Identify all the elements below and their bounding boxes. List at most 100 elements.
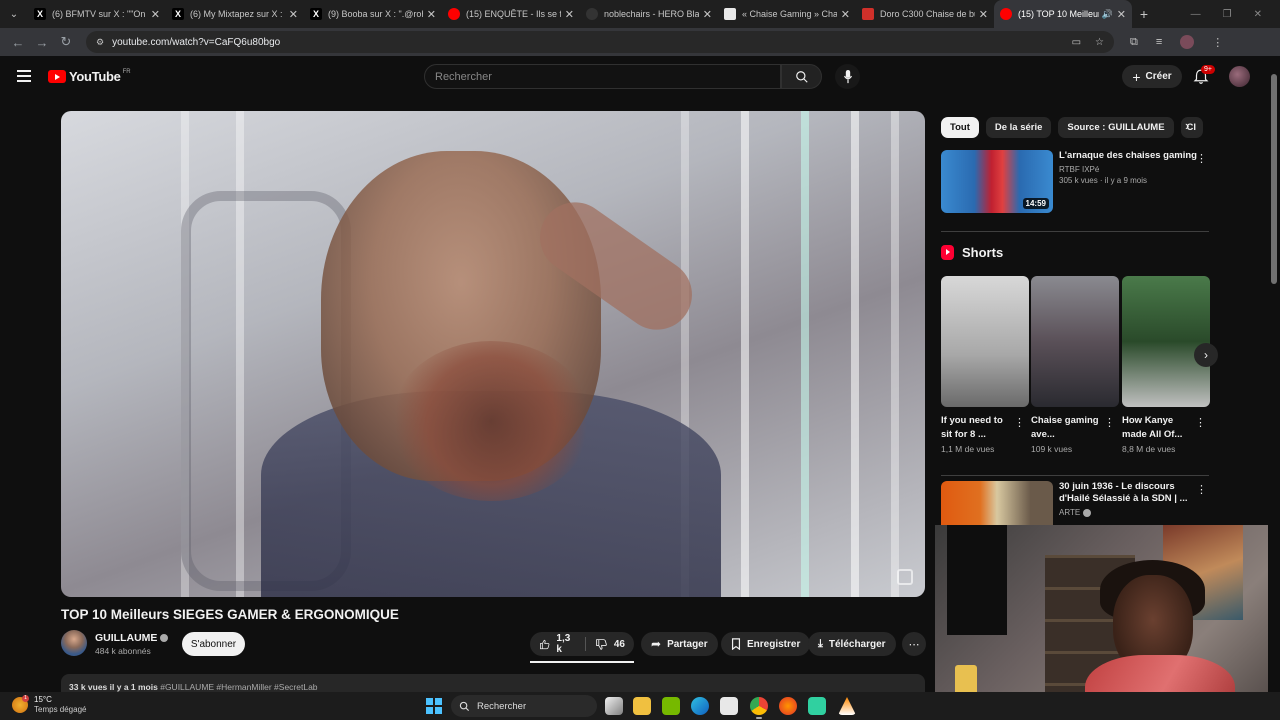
edge-icon[interactable] [691, 697, 709, 715]
voice-search-button[interactable] [835, 64, 860, 89]
windows-start-icon[interactable] [426, 698, 442, 714]
youtube-logo[interactable]: YouTube FR [48, 69, 131, 84]
search-button[interactable] [781, 64, 822, 89]
tab-search-chevron-icon[interactable]: ⌄ [0, 0, 28, 28]
short-card[interactable]: Chaise gaming ave... 109 k vues ⋮ [1031, 276, 1119, 454]
more-vert-icon[interactable]: ⋮ [1014, 416, 1025, 429]
more-actions-icon[interactable]: ⋯ [902, 632, 926, 656]
close-icon[interactable]: ✕ [841, 8, 850, 21]
more-vert-icon[interactable]: ⋮ [1104, 416, 1115, 429]
browser-tab[interactable]: X (9) Booba sur X : ".@rohf ✕ [304, 0, 442, 28]
video-thumbnail[interactable]: 14:59 [941, 150, 1053, 213]
like-button[interactable]: 1,3 k [530, 632, 585, 656]
chrome-icon[interactable] [750, 697, 768, 719]
webcam-overlay [935, 525, 1280, 720]
profile-avatar[interactable] [1180, 35, 1195, 49]
browser-tab[interactable]: (15) ENQUÊTE - Ils se font ✕ [442, 0, 580, 28]
new-tab-plus-icon[interactable]: + [1132, 6, 1156, 22]
save-button[interactable]: Enregistrer [721, 632, 811, 656]
chip-series[interactable]: De la série [985, 117, 1052, 138]
channel-name[interactable]: GUILLAUME [95, 632, 169, 644]
weather-widget[interactable]: 1 15°C Temps dégagé [12, 695, 86, 715]
reading-list-icon[interactable]: ≡ [1156, 36, 1162, 48]
chip-all[interactable]: Tout [941, 117, 979, 138]
app-icon[interactable] [808, 697, 826, 715]
browser-tab[interactable]: X (6) BFMTV sur X : ""On es ✕ [28, 0, 166, 28]
bookmark-star-icon[interactable]: ☆ [1095, 37, 1104, 48]
channel-name[interactable]: RTBF IXPé [1059, 165, 1199, 174]
chip-partial[interactable]: Cl [1180, 117, 1203, 138]
youtube-play-icon [48, 70, 66, 83]
account-avatar[interactable] [1229, 66, 1250, 87]
browser-tab[interactable]: « Chaise Gaming » Chant ✕ [718, 0, 856, 28]
recommended-video[interactable]: 14:59 L'arnaque des chaises gaming RTBF … [941, 150, 1209, 214]
browser-tab[interactable]: Doro C300 Chaise de bur ✕ [856, 0, 994, 28]
speaker-icon[interactable]: 🔊 [1102, 9, 1113, 20]
channel-avatar[interactable] [61, 630, 87, 656]
shorts-next-chevron-icon[interactable]: › [1194, 343, 1218, 367]
page-scrollbar[interactable] [1268, 56, 1280, 692]
close-icon[interactable]: ✕ [979, 8, 988, 21]
browser-tab-active[interactable]: (15) TOP 10 Meilleurs 🔊 ✕ [994, 0, 1132, 28]
site-info-icon[interactable]: ⚙ [96, 37, 104, 48]
task-view-icon[interactable] [605, 697, 623, 715]
browser-menu-icon[interactable]: ⋮ [1212, 36, 1223, 49]
browser-tab[interactable]: noblechairs - HERO Black ✕ [580, 0, 718, 28]
taskbar-search[interactable]: Rechercher [451, 695, 597, 717]
video-title[interactable]: L'arnaque des chaises gaming [1059, 150, 1199, 162]
reload-icon[interactable]: ↻ [54, 34, 78, 50]
maximize-icon[interactable]: ❐ [1223, 9, 1232, 20]
close-icon[interactable]: ✕ [427, 8, 436, 21]
channel-name[interactable]: ARTE [1059, 508, 1199, 517]
extensions-icon[interactable]: ⧉ [1130, 36, 1138, 49]
microsoft-store-icon[interactable] [720, 697, 738, 715]
short-thumbnail[interactable] [941, 276, 1029, 407]
x-logo-icon: X [34, 8, 46, 20]
short-title[interactable]: If you need to sit for 8 ... [941, 414, 1013, 442]
chevron-right-icon[interactable]: › [1185, 118, 1189, 133]
share-button[interactable]: ➦ Partager [641, 632, 718, 656]
video-title[interactable]: 30 juin 1936 - Le discours d'Hailé Sélas… [1059, 481, 1199, 505]
subscribe-button[interactable]: S'abonner [182, 632, 245, 656]
scrollbar-thumb[interactable] [1271, 74, 1277, 284]
hamburger-menu-icon[interactable] [17, 70, 31, 85]
more-vert-icon[interactable]: ⋮ [1195, 416, 1206, 429]
vlc-icon[interactable] [838, 697, 856, 715]
forward-arrow-icon[interactable]: → [30, 35, 54, 50]
x-logo-icon: X [310, 8, 322, 20]
nvidia-icon[interactable] [662, 697, 680, 715]
browser-tab[interactable]: X (6) My Mixtapez sur X : "E ✕ [166, 0, 304, 28]
description-box[interactable]: 33 k vues il y a 1 mois #GUILLAUME #Herm… [61, 674, 925, 694]
minimize-icon[interactable]: — [1191, 9, 1201, 20]
close-icon[interactable]: ✕ [703, 8, 712, 21]
close-icon[interactable]: ✕ [565, 8, 574, 21]
download-button[interactable]: ⤓ Télécharger [808, 632, 896, 656]
channel-watermark-icon[interactable] [897, 569, 913, 585]
search-input[interactable]: Rechercher [424, 64, 781, 89]
more-vert-icon[interactable]: ⋮ [1196, 152, 1207, 165]
file-explorer-icon[interactable] [633, 697, 651, 715]
short-thumbnail[interactable] [1031, 276, 1119, 407]
video-duration: 14:59 [1022, 198, 1049, 209]
chip-source[interactable]: Source : GUILLAUME [1058, 117, 1174, 138]
short-thumbnail[interactable] [1122, 276, 1210, 407]
share-label: Partager [667, 638, 708, 650]
short-title[interactable]: Chaise gaming ave... [1031, 414, 1103, 442]
address-bar[interactable]: ⚙ youtube.com/watch?v=CaFQ6u80bgo ▭ ☆ [86, 31, 1114, 53]
back-arrow-icon[interactable]: ← [6, 35, 30, 50]
more-vert-icon[interactable]: ⋮ [1196, 483, 1207, 496]
dislike-button[interactable]: 46 [586, 632, 634, 656]
x-logo-icon: X [172, 8, 184, 20]
window-close-icon[interactable]: ✕ [1254, 9, 1262, 20]
short-card[interactable]: If you need to sit for 8 ... 1,1 M de vu… [941, 276, 1029, 454]
short-title[interactable]: How Kanye made All Of... [1122, 414, 1194, 442]
create-button[interactable]: + Créer [1122, 65, 1182, 88]
close-icon[interactable]: ✕ [1117, 8, 1126, 21]
weather-condition: Temps dégagé [34, 705, 87, 714]
short-card[interactable]: How Kanye made All Of... 8,8 M de vues ⋮ [1122, 276, 1210, 454]
close-icon[interactable]: ✕ [289, 8, 298, 21]
close-icon[interactable]: ✕ [151, 8, 160, 21]
cast-icon[interactable]: ▭ [1072, 37, 1081, 48]
firefox-icon[interactable] [779, 697, 797, 715]
video-player[interactable] [61, 111, 925, 597]
